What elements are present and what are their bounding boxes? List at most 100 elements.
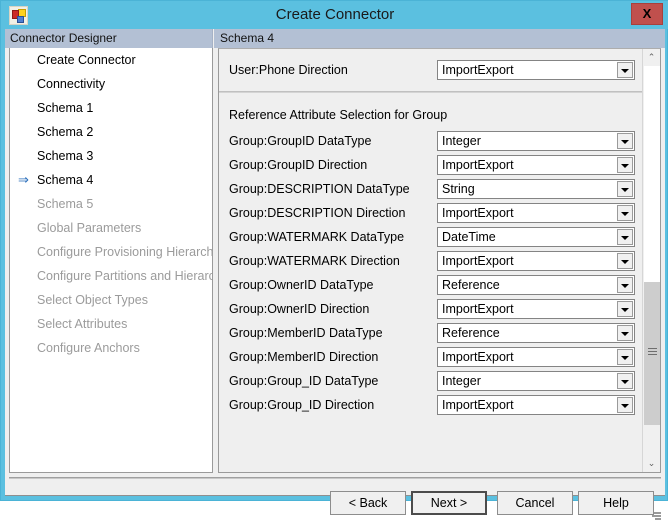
current-step-arrow-icon: ⇒	[18, 172, 29, 187]
property-label: Group:MemberID Direction	[229, 350, 379, 364]
chevron-down-icon[interactable]	[617, 253, 633, 269]
property-label: Group:WATERMARK DataType	[229, 230, 405, 244]
sidebar-item-configure-partitions-and-hierarchies: Configure Partitions and Hierarchies	[10, 264, 212, 288]
property-row: Group:OwnerID Direction ImportExport	[219, 297, 642, 321]
dropdown-value: String	[442, 182, 475, 196]
section-title: Reference Attribute Selection for Group	[229, 108, 448, 122]
dialog-client-area: Connector Designer Schema 4 Create Conne…	[5, 29, 665, 520]
sidebar-item-schema-4[interactable]: ⇒ Schema 4	[10, 168, 212, 192]
sidebar-item-label: Connectivity	[37, 77, 106, 91]
chevron-down-icon[interactable]	[617, 133, 633, 149]
right-panel-header: Schema 4	[214, 29, 665, 48]
property-label: Group:GroupID DataType	[229, 134, 372, 148]
sidebar-item-label: Schema 5	[37, 197, 94, 211]
dropdown-value: ImportExport	[442, 254, 514, 268]
chevron-down-icon[interactable]	[617, 277, 633, 293]
property-label: Group:DESCRIPTION Direction	[229, 206, 406, 220]
sidebar-item-select-object-types: Select Object Types	[10, 288, 212, 312]
cancel-button[interactable]: Cancel	[497, 491, 573, 515]
sidebar-item-configure-anchors: Configure Anchors	[10, 336, 212, 360]
sidebar-item-select-attributes: Select Attributes	[10, 312, 212, 336]
dropdown-row-2[interactable]: String	[437, 179, 635, 199]
property-row: Group:MemberID Direction ImportExport	[219, 345, 642, 369]
chevron-down-icon[interactable]	[617, 301, 633, 317]
property-row: Group:WATERMARK DataType DateTime	[219, 225, 642, 249]
left-panel-header: Connector Designer	[5, 29, 213, 48]
footer-divider	[9, 477, 661, 479]
back-button[interactable]: < Back	[330, 491, 406, 515]
dropdown-row-6[interactable]: Reference	[437, 275, 635, 295]
sidebar-item-label: Configure Partitions and Hierarchies	[37, 269, 212, 283]
top-spacer	[219, 49, 642, 58]
property-row: Group:OwnerID DataType Reference	[219, 273, 642, 297]
chevron-down-icon[interactable]	[617, 62, 633, 78]
dropdown-row-8[interactable]: Reference	[437, 323, 635, 343]
next-button[interactable]: Next >	[411, 491, 487, 515]
dropdown-row-7[interactable]: ImportExport	[437, 299, 635, 319]
close-icon[interactable]: X	[631, 3, 663, 25]
property-label: Group:WATERMARK Direction	[229, 254, 400, 268]
chevron-down-icon[interactable]	[617, 229, 633, 245]
property-label: Group:Group_ID Direction	[229, 398, 375, 412]
dropdown-value: ImportExport	[442, 398, 514, 412]
vertical-scrollbar[interactable]: ⌃ ⌄	[642, 49, 660, 472]
chevron-down-icon[interactable]	[617, 205, 633, 221]
scrollbar-grip-icon	[648, 348, 657, 357]
dropdown-row-4[interactable]: DateTime	[437, 227, 635, 247]
title-bar: Create Connector X	[1, 1, 668, 29]
help-button[interactable]: Help	[578, 491, 654, 515]
dropdown-row-11[interactable]: ImportExport	[437, 395, 635, 415]
sidebar-item-label: Global Parameters	[37, 221, 142, 235]
chevron-down-icon[interactable]	[617, 349, 633, 365]
property-row: Group:GroupID Direction ImportExport	[219, 153, 642, 177]
sidebar-item-configure-provisioning-hierarchy: Configure Provisioning Hierarchy	[10, 240, 212, 264]
scroll-down-icon[interactable]: ⌄	[643, 455, 660, 472]
sidebar-item-schema-5: Schema 5	[10, 192, 212, 216]
dropdown-row-0[interactable]: Integer	[437, 131, 635, 151]
dropdown-value: ImportExport	[442, 302, 514, 316]
sidebar-item-connectivity[interactable]: Connectivity	[10, 72, 212, 96]
dropdown-row-5[interactable]: ImportExport	[437, 251, 635, 271]
property-row: Group:Group_ID Direction ImportExport	[219, 393, 642, 417]
sidebar-item-create-connector[interactable]: Create Connector	[10, 48, 212, 72]
property-row: Group:DESCRIPTION Direction ImportExport	[219, 201, 642, 225]
property-label: Group:DESCRIPTION DataType	[229, 182, 410, 196]
dropdown-row-1[interactable]: ImportExport	[437, 155, 635, 175]
sidebar-item-label: Create Connector	[37, 53, 136, 67]
dropdown-value: Integer	[442, 134, 481, 148]
dropdown-value: Reference	[442, 278, 500, 292]
dropdown-value: ImportExport	[442, 63, 514, 77]
scrollbar-thumb[interactable]	[644, 282, 660, 425]
sidebar-item-schema-2[interactable]: Schema 2	[10, 120, 212, 144]
property-rows-area: User:Phone Direction ImportExport Referenc…	[219, 49, 642, 472]
wizard-step-list[interactable]: Create Connector Connectivity Schema 1 Sche…	[9, 48, 213, 473]
property-row: Group:Group_ID DataType Integer	[219, 369, 642, 393]
properties-panel: User:Phone Direction ImportExport Referenc…	[218, 48, 661, 473]
dropdown-value: Reference	[442, 326, 500, 340]
property-label: Group:GroupID Direction	[229, 158, 368, 172]
chevron-down-icon[interactable]	[617, 373, 633, 389]
chevron-down-icon[interactable]	[617, 397, 633, 413]
dialog-window: Create Connector X Connector Designer Sc…	[0, 0, 668, 520]
scrollbar-track[interactable]	[644, 66, 660, 282]
sidebar-item-schema-3[interactable]: Schema 3	[10, 144, 212, 168]
chevron-down-icon[interactable]	[617, 157, 633, 173]
property-row: Group:GroupID DataType Integer	[219, 129, 642, 153]
sidebar-item-label: Select Object Types	[37, 293, 148, 307]
sidebar-item-schema-1[interactable]: Schema 1	[10, 96, 212, 120]
sidebar-item-label: Configure Provisioning Hierarchy	[37, 245, 213, 259]
chevron-down-icon[interactable]	[617, 181, 633, 197]
dropdown-value: ImportExport	[442, 158, 514, 172]
dropdown-value: Integer	[442, 374, 481, 388]
dropdown-value: ImportExport	[442, 206, 514, 220]
dropdown-row-9[interactable]: ImportExport	[437, 347, 635, 367]
dropdown-row-3[interactable]: ImportExport	[437, 203, 635, 223]
scroll-up-icon[interactable]: ⌃	[643, 49, 660, 66]
dropdown-row-10[interactable]: Integer	[437, 371, 635, 391]
chevron-down-icon[interactable]	[617, 325, 633, 341]
sidebar-item-label: Configure Anchors	[37, 341, 140, 355]
dropdown-top-0[interactable]: ImportExport	[437, 60, 635, 80]
sidebar-item-label: Schema 3	[37, 149, 94, 163]
property-row: Group:WATERMARK Direction ImportExport	[219, 249, 642, 273]
